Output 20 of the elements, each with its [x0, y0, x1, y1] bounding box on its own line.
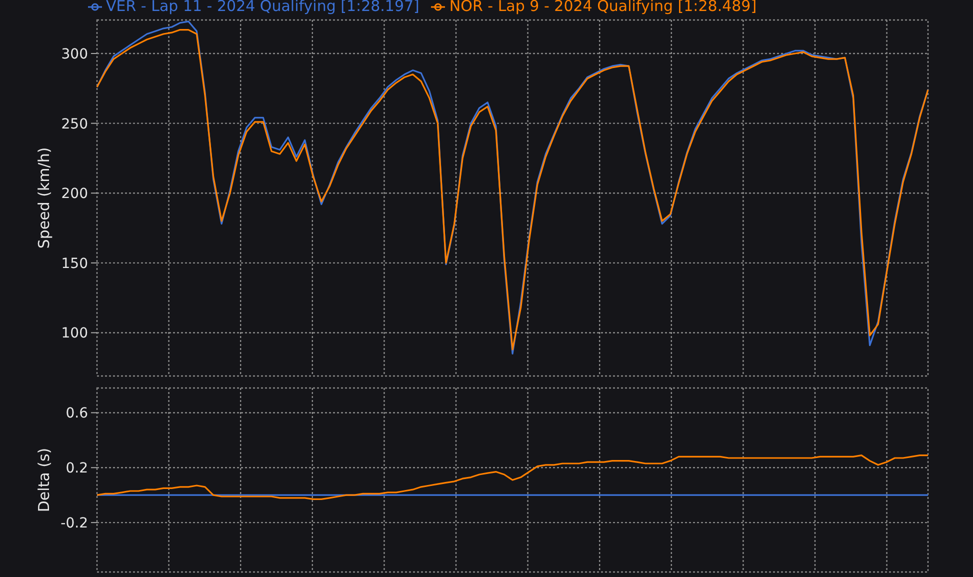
axis-title: Delta (s) [35, 448, 53, 512]
tick-mark [90, 522, 98, 524]
legend-marker-icon [88, 2, 102, 12]
tick-mark [90, 332, 98, 334]
axis-tick-label: 0.2 [66, 460, 88, 477]
tick-mark [90, 53, 98, 54]
axis-tick-label: 200 [61, 186, 88, 202]
axis-tick-label: 150 [61, 256, 88, 272]
axis-tick-label: 100 [61, 326, 88, 342]
tick-mark [90, 192, 98, 194]
tick-mark [90, 467, 98, 468]
tick-mark [90, 122, 98, 124]
axis-tick-label: 300 [61, 46, 88, 62]
axis-tick-label: 0.6 [66, 406, 88, 422]
tick-mark [90, 412, 98, 414]
legend-marker-icon [431, 2, 446, 12]
axis-tick-label: 250 [61, 116, 88, 132]
tick-mark [90, 262, 98, 264]
axis-title: Speed (km/h) [35, 147, 53, 249]
axis-tick-label: -0.2 [60, 516, 88, 532]
